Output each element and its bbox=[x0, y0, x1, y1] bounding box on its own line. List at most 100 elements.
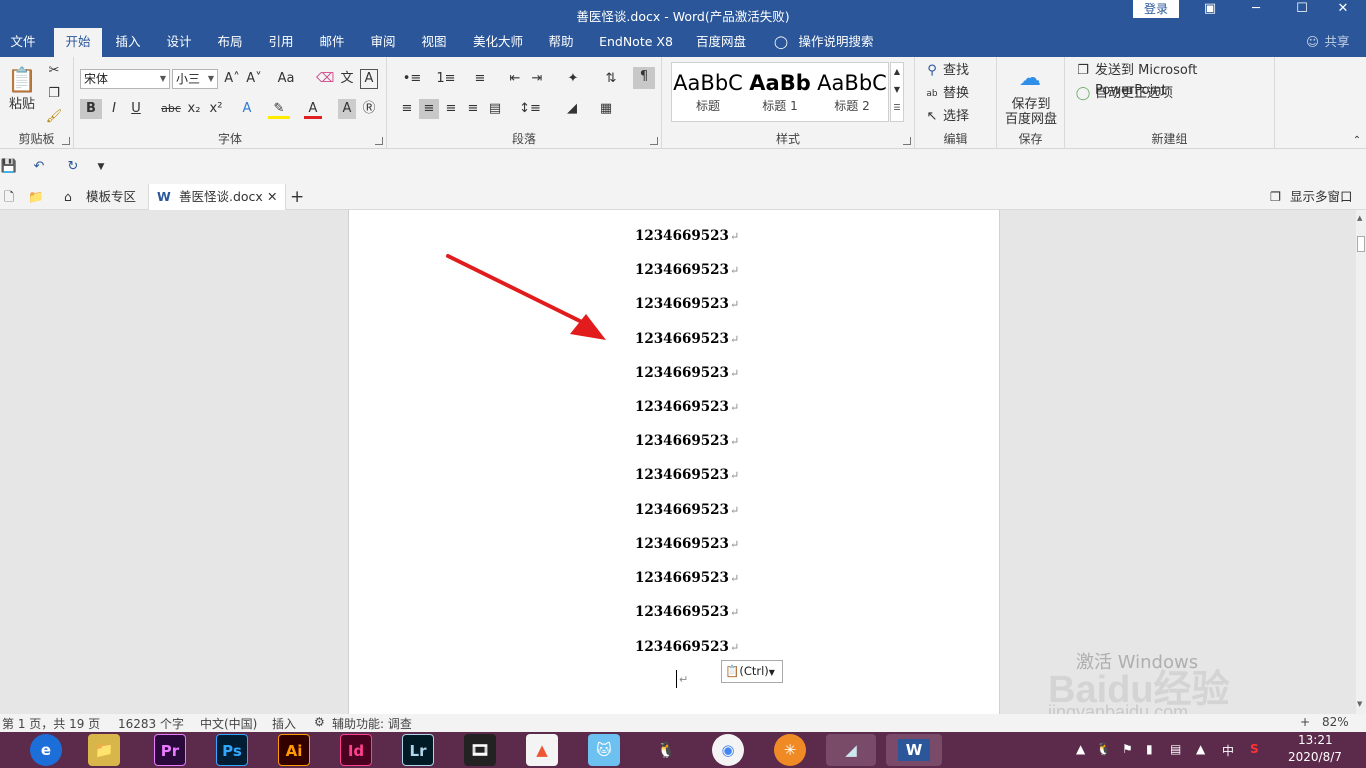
app-colorful-icon[interactable]: ▲ bbox=[526, 734, 558, 766]
subscript-button[interactable]: x₂ bbox=[184, 99, 204, 119]
text-line[interactable]: 1234669523↵ bbox=[635, 296, 739, 312]
baidu-cloud-icon[interactable]: ☁ bbox=[1015, 65, 1045, 93]
app-glass-icon[interactable]: ◢ bbox=[826, 734, 876, 766]
add-tab-icon[interactable]: + bbox=[290, 184, 308, 210]
app-orange-icon[interactable]: ✳ bbox=[774, 734, 806, 766]
autocorrect-button[interactable]: 自动更正选项 bbox=[1095, 84, 1215, 104]
tray-sogou-icon[interactable]: S bbox=[1250, 742, 1259, 756]
text-line[interactable]: 1234669523↵ bbox=[635, 570, 739, 586]
bullets-icon[interactable]: •≡ bbox=[397, 69, 427, 89]
highlight-icon[interactable]: ✎ bbox=[268, 99, 290, 119]
photoshop-icon[interactable]: Ps bbox=[216, 734, 248, 766]
tab-baidu-netdisk[interactable]: 百度网盘 bbox=[692, 28, 750, 57]
font-color-icon[interactable]: A bbox=[304, 99, 322, 119]
chinese-layout-icon[interactable]: ✦ bbox=[559, 69, 587, 89]
align-left-icon[interactable]: ≡ bbox=[397, 99, 417, 119]
tab-template[interactable]: 模板专区 bbox=[86, 184, 146, 210]
save-icon[interactable]: 💾 bbox=[0, 157, 18, 177]
borders-icon[interactable]: ▦ bbox=[593, 99, 619, 119]
minimize-icon[interactable]: ─ bbox=[1233, 0, 1279, 28]
text-line[interactable]: 1234669523↵ bbox=[635, 228, 739, 244]
font-name-combo[interactable]: 宋体 ▼ bbox=[80, 69, 170, 89]
folder-icon[interactable]: 📁 bbox=[28, 184, 46, 210]
tab-help[interactable]: 帮助 bbox=[544, 28, 578, 57]
tab-endnote[interactable]: EndNote X8 bbox=[594, 28, 678, 57]
show-multi-window[interactable]: 显示多窗口 bbox=[1290, 184, 1358, 210]
login-button[interactable]: 登录 bbox=[1133, 0, 1179, 18]
tray-ime[interactable]: 中 bbox=[1222, 742, 1234, 759]
zoom-in-icon[interactable]: + bbox=[1300, 715, 1310, 729]
line-spacing-icon[interactable]: ↕≡ bbox=[515, 99, 545, 119]
save-to-label-2[interactable]: 百度网盘 bbox=[999, 110, 1063, 130]
illustrator-icon[interactable]: Ai bbox=[278, 734, 310, 766]
chrome-icon[interactable]: ◉ bbox=[712, 734, 744, 766]
text-line[interactable]: 1234669523↵ bbox=[635, 604, 739, 620]
grow-font-icon[interactable]: A˄ bbox=[222, 69, 242, 89]
word-count[interactable]: 16283 个字 bbox=[118, 715, 184, 732]
new-doc-icon[interactable]: 🗋 bbox=[4, 184, 20, 210]
font-launcher-icon[interactable] bbox=[375, 137, 383, 145]
clipboard-launcher-icon[interactable] bbox=[62, 137, 70, 145]
vertical-scrollbar[interactable]: ▲ ▼ bbox=[1356, 210, 1366, 714]
close-tab-icon[interactable]: ✕ bbox=[267, 184, 277, 210]
video-editor-icon[interactable]: 🎞 bbox=[464, 734, 496, 766]
text-effects-icon[interactable]: A bbox=[236, 99, 258, 119]
paste-button[interactable]: 粘贴 bbox=[6, 95, 38, 115]
tab-view[interactable]: 视图 bbox=[417, 28, 451, 57]
char-shading-icon[interactable]: A bbox=[338, 99, 356, 119]
clipboard-icon[interactable]: 📋 bbox=[6, 63, 38, 97]
tab-file[interactable]: 文件 bbox=[6, 28, 40, 57]
word-taskbar-icon[interactable]: W bbox=[886, 734, 942, 766]
change-case-icon[interactable]: Aa bbox=[272, 69, 300, 89]
zoom-level[interactable]: 82% bbox=[1322, 715, 1349, 729]
italic-button[interactable]: I bbox=[104, 99, 124, 119]
text-line[interactable]: 1234669523↵ bbox=[635, 262, 739, 278]
insert-mode[interactable]: 插入 bbox=[272, 715, 296, 732]
redo-icon[interactable]: ↻ bbox=[64, 157, 82, 177]
font-size-combo[interactable]: 小三 ▼ bbox=[172, 69, 218, 89]
tab-home[interactable]: 开始 bbox=[54, 28, 102, 57]
show-marks-icon[interactable]: ¶ bbox=[633, 67, 655, 89]
scroll-up-icon[interactable]: ▲ bbox=[1357, 214, 1362, 222]
cut-icon[interactable]: ✂ bbox=[44, 61, 64, 81]
tab-review[interactable]: 审阅 bbox=[366, 28, 400, 57]
share-button[interactable]: 共享 bbox=[1320, 28, 1354, 57]
app-cat-icon[interactable]: 🐱 bbox=[588, 734, 620, 766]
style-heading2[interactable]: AaBbC 标题 2 bbox=[816, 63, 888, 121]
paste-options-button[interactable]: 📋(Ctrl)▼ bbox=[721, 660, 783, 683]
qq-icon[interactable]: 🐧 bbox=[650, 734, 682, 766]
text-line[interactable]: 1234669523↵ bbox=[635, 536, 739, 552]
copy-icon[interactable]: ❐ bbox=[44, 84, 64, 104]
tray-qq-icon[interactable]: 🐧 bbox=[1096, 742, 1111, 756]
clock-date[interactable]: 2020/8/7 bbox=[1288, 750, 1342, 764]
shading-icon[interactable]: ◢ bbox=[559, 99, 585, 119]
file-explorer-icon[interactable]: 📁 bbox=[88, 734, 120, 766]
text-line[interactable]: 1234669523↵ bbox=[635, 331, 739, 347]
text-line[interactable]: 1234669523↵ bbox=[635, 502, 739, 518]
text-line[interactable]: 1234669523↵ bbox=[635, 365, 739, 381]
text-line[interactable]: 1234669523↵ bbox=[635, 639, 739, 655]
bold-button[interactable]: B bbox=[80, 99, 102, 119]
shrink-font-icon[interactable]: A˅ bbox=[244, 69, 264, 89]
collapse-ribbon-icon[interactable]: ⌃ bbox=[1350, 131, 1364, 151]
browser-icon[interactable]: e bbox=[30, 734, 62, 766]
tab-references[interactable]: 引用 bbox=[264, 28, 298, 57]
style-heading1[interactable]: AaBb 标题 1 bbox=[744, 63, 816, 121]
lightroom-icon[interactable]: Lr bbox=[402, 734, 434, 766]
find-button[interactable]: 查找 bbox=[943, 61, 983, 81]
justify-icon[interactable]: ≡ bbox=[463, 99, 483, 119]
enclose-char-icon[interactable]: Ⓡ bbox=[360, 99, 378, 119]
language[interactable]: 中文(中国) bbox=[200, 715, 257, 732]
paragraph-launcher-icon[interactable] bbox=[650, 137, 658, 145]
underline-button[interactable]: U bbox=[126, 99, 146, 119]
superscript-button[interactable]: x² bbox=[206, 99, 226, 119]
text-line[interactable]: 1234669523↵ bbox=[635, 399, 739, 415]
phonetic-guide-icon[interactable]: 文 bbox=[338, 69, 356, 89]
close-icon[interactable]: ✕ bbox=[1320, 0, 1366, 28]
customize-qat-icon[interactable]: ▼ bbox=[94, 157, 108, 177]
styles-scroll-icon[interactable]: ▲ ▼ ☰ bbox=[890, 62, 904, 122]
undo-icon[interactable]: ↶ bbox=[28, 157, 50, 177]
styles-launcher-icon[interactable] bbox=[903, 137, 911, 145]
replace-button[interactable]: 替换 bbox=[943, 84, 983, 104]
ribbon-display-icon[interactable]: ▣ bbox=[1187, 0, 1233, 28]
